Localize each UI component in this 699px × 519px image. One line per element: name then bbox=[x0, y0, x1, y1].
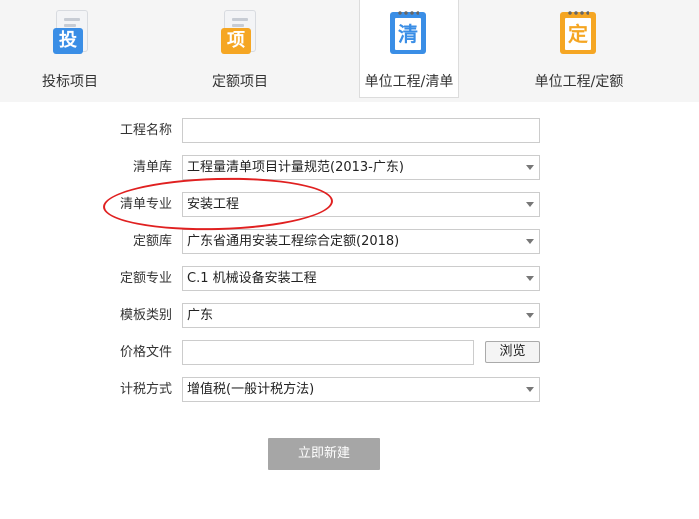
tax-method-label: 计税方式 bbox=[119, 382, 172, 397]
tab-quota-project[interactable]: 项 定额项目 bbox=[170, 0, 310, 98]
row-quota-specialty: 定额专业 C.1 机械设备安装工程 bbox=[0, 266, 699, 291]
badge-unit-quota: 定 bbox=[568, 22, 588, 46]
tab-unit-quota[interactable]: 定 单位工程/定额 bbox=[509, 0, 649, 98]
browse-button[interactable]: 浏览 bbox=[485, 341, 540, 363]
quota-notebook-icon: 定 bbox=[560, 10, 598, 55]
quota-doc-icon: 项 bbox=[221, 10, 259, 55]
tax-method-select[interactable]: 增值税(一般计税方法) bbox=[182, 377, 540, 402]
badge-bid: 投 bbox=[53, 28, 83, 54]
chevron-down-icon bbox=[526, 165, 534, 170]
tab-unit-bill[interactable]: 清 单位工程/清单 bbox=[359, 0, 459, 98]
chevron-down-icon bbox=[526, 276, 534, 281]
row-tax-method: 计税方式 增值税(一般计税方法) bbox=[0, 377, 699, 402]
tax-method-value: 增值税(一般计税方法) bbox=[187, 382, 315, 397]
quota-specialty-select[interactable]: C.1 机械设备安装工程 bbox=[182, 266, 540, 291]
bill-specialty-value: 安装工程 bbox=[187, 197, 240, 212]
chevron-down-icon bbox=[526, 202, 534, 207]
tab-label: 投标项目 bbox=[42, 74, 98, 90]
project-name-input[interactable] bbox=[182, 118, 540, 143]
tab-label: 单位工程/清单 bbox=[364, 74, 454, 90]
bill-library-label: 清单库 bbox=[132, 160, 172, 175]
tab-label: 定额项目 bbox=[212, 74, 268, 90]
bill-library-value: 工程量清单项目计量规范(2013-广东) bbox=[187, 160, 404, 175]
row-price-file: 价格文件 浏览 bbox=[0, 340, 699, 365]
quota-specialty-value: C.1 机械设备安装工程 bbox=[187, 271, 317, 286]
row-bill-specialty: 清单专业 安装工程 bbox=[0, 192, 699, 217]
module-tab-bar: 投 投标项目 项 定额项目 清 单位工程/清单 定 单位工程/定额 bbox=[0, 0, 699, 102]
quota-library-value: 广东省通用安装工程综合定额(2018) bbox=[187, 234, 400, 249]
chevron-down-icon bbox=[526, 313, 534, 318]
badge-quota: 项 bbox=[221, 28, 251, 54]
chevron-down-icon bbox=[526, 239, 534, 244]
bill-specialty-label: 清单专业 bbox=[119, 197, 172, 212]
template-category-value: 广东 bbox=[187, 308, 214, 323]
bill-specialty-select[interactable]: 安装工程 bbox=[182, 192, 540, 217]
row-quota-library: 定额库 广东省通用安装工程综合定额(2018) bbox=[0, 229, 699, 254]
row-template-category: 模板类别 广东 bbox=[0, 303, 699, 328]
price-file-input[interactable] bbox=[182, 340, 474, 365]
chevron-down-icon bbox=[526, 387, 534, 392]
quota-library-label: 定额库 bbox=[132, 234, 172, 249]
bill-notebook-icon: 清 bbox=[390, 10, 428, 55]
tab-label: 单位工程/定额 bbox=[534, 74, 624, 90]
quota-library-select[interactable]: 广东省通用安装工程综合定额(2018) bbox=[182, 229, 540, 254]
bill-library-select[interactable]: 工程量清单项目计量规范(2013-广东) bbox=[182, 155, 540, 180]
template-category-label: 模板类别 bbox=[119, 308, 172, 323]
template-category-select[interactable]: 广东 bbox=[182, 303, 540, 328]
row-bill-library: 清单库 工程量清单项目计量规范(2013-广东) bbox=[0, 155, 699, 180]
tab-bid-project[interactable]: 投 投标项目 bbox=[0, 0, 140, 98]
bid-doc-icon: 投 bbox=[53, 10, 91, 55]
quota-specialty-label: 定额专业 bbox=[119, 271, 172, 286]
project-name-label: 工程名称 bbox=[119, 123, 172, 138]
badge-bill: 清 bbox=[398, 22, 418, 46]
row-project-name: 工程名称 bbox=[0, 118, 699, 143]
create-now-button[interactable]: 立即新建 bbox=[268, 438, 380, 470]
price-file-label: 价格文件 bbox=[119, 345, 172, 360]
